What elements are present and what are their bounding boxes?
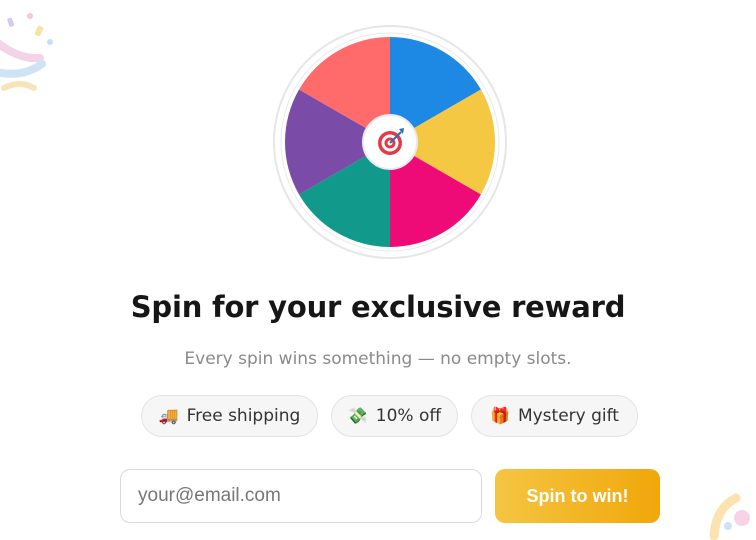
perk-chip-mystery-gift: 🎁 Mystery gift — [471, 395, 638, 437]
page-title: Spin for your exclusive reward — [130, 290, 626, 324]
spin-to-win-button[interactable]: Spin to win! — [495, 469, 660, 523]
delivery-truck-icon: 🚚 — [158, 406, 179, 425]
perk-label: 10% off — [375, 406, 442, 426]
confetti-decoration — [0, 13, 53, 91]
money-wings-icon: 💸 — [347, 406, 368, 425]
email-input[interactable] — [120, 469, 482, 523]
subtitle: Every spin wins something — no empty slo… — [184, 349, 572, 369]
perk-chip-free-shipping: 🚚 Free shipping — [141, 395, 318, 437]
confetti-decoration — [709, 493, 750, 540]
prize-wheel[interactable] — [272, 24, 508, 260]
gift-icon: 🎁 — [490, 406, 510, 425]
perk-label: Free shipping — [186, 406, 301, 426]
perk-label: Mystery gift — [517, 406, 619, 426]
perk-chip-discount: 💸 10% off — [331, 395, 458, 437]
perk-list: 🚚 Free shipping 💸 10% off 🎁 Mystery gift — [0, 395, 756, 439]
